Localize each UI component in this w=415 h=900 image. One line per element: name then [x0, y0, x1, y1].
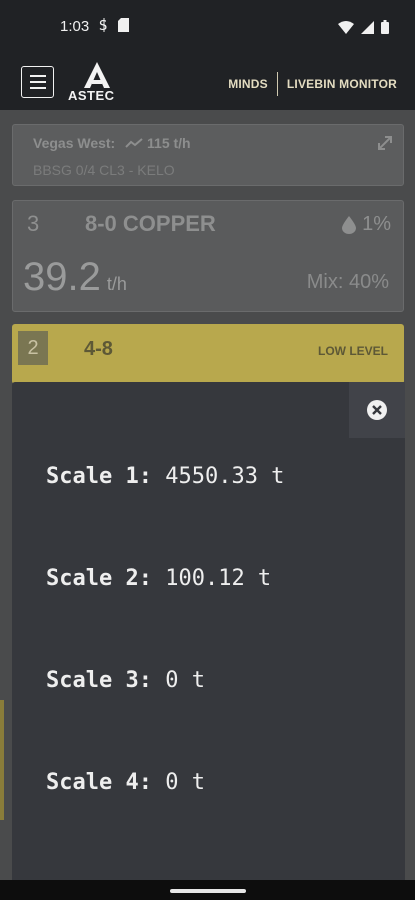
sim-icon: S [99, 18, 107, 32]
status-time: 1:03 [60, 18, 90, 35]
droplet-icon [342, 215, 357, 234]
scale-value: 100.12 t [165, 566, 272, 591]
scale-row: Scale 1: 4550.33 t [46, 464, 284, 489]
expand-icon[interactable] [375, 133, 395, 153]
bin-card-edge [0, 700, 4, 820]
signal-icon [361, 20, 374, 34]
top-nav: MINDS LIVEBIN MONITOR [228, 72, 397, 96]
site-flow: 115 t/h [147, 135, 191, 151]
site-name: Vegas West: [33, 135, 116, 151]
home-gesture-handle[interactable] [170, 889, 246, 893]
wifi-icon [338, 20, 354, 34]
scale-row: Scale 4: 0 t [46, 770, 205, 795]
bin-material: 8-0 COPPER [85, 211, 216, 236]
bin-number: 2 [18, 331, 48, 365]
site-summary-line: Vegas West: 115 t/h [33, 135, 191, 151]
scale-row: Scale 3: 0 t [46, 668, 205, 693]
scale-row: Scale 2: 100.12 t [46, 566, 271, 591]
bin-status-badge: LOW LEVEL [318, 344, 388, 358]
bin-mix: Mix: 40% [306, 271, 389, 293]
logo-text: ASTEC [68, 88, 115, 103]
scales-modal: Scale 1: 4550.33 t Scale 2: 100.12 t Sca… [12, 382, 405, 888]
scale-value: 4550.33 t [165, 464, 285, 489]
site-summary-card[interactable]: Vegas West: 115 t/h BBSG 0/4 CL3 - KELO [12, 124, 404, 186]
hamburger-icon-bar [29, 75, 46, 77]
mix-code: BBSG 0/4 CL3 - KELO [33, 162, 175, 178]
scale-label: Scale 3: [46, 668, 152, 693]
scale-label: Scale 2: [46, 566, 152, 591]
scale-value: 0 t [165, 668, 205, 693]
bin-card-3[interactable]: 3 8-0 COPPER 1% 39.2 t/h Mix: 40% [12, 200, 404, 312]
close-button[interactable] [349, 382, 405, 438]
close-icon [367, 400, 387, 420]
bin-rate: 39.2 t/h [23, 255, 127, 300]
nav-divider [276, 72, 278, 96]
moisture-value: 1% [362, 213, 391, 235]
moisture-indicator: 1% [342, 213, 391, 236]
status-system-icons [338, 20, 389, 34]
app-bar: ASTEC MINDS LIVEBIN MONITOR [0, 56, 415, 110]
status-notification-icons: S [98, 18, 129, 32]
sd-card-icon [118, 18, 129, 32]
scale-value: 0 t [165, 770, 205, 795]
scale-label: Scale 1: [46, 464, 152, 489]
system-nav-bar [0, 880, 415, 900]
bin-material: 4-8 [84, 338, 113, 360]
hamburger-icon-bar [29, 87, 46, 89]
trend-icon [125, 138, 143, 148]
status-bar: 1:03 S [0, 0, 415, 56]
hamburger-menu-button[interactable] [21, 66, 54, 98]
bin-rate-unit: t/h [106, 274, 127, 294]
bin-rate-value: 39.2 [23, 255, 101, 299]
nav-minds-link[interactable]: MINDS [228, 77, 268, 91]
hamburger-icon-bar [29, 81, 46, 83]
scale-label: Scale 4: [46, 770, 152, 795]
bin-number: 3 [27, 211, 40, 236]
nav-livebin-link[interactable]: LIVEBIN MONITOR [287, 77, 397, 91]
bin-card-2[interactable]: 2 4-8 LOW LEVEL [12, 324, 404, 384]
battery-icon [381, 20, 389, 34]
svg-text:S: S [99, 19, 107, 32]
